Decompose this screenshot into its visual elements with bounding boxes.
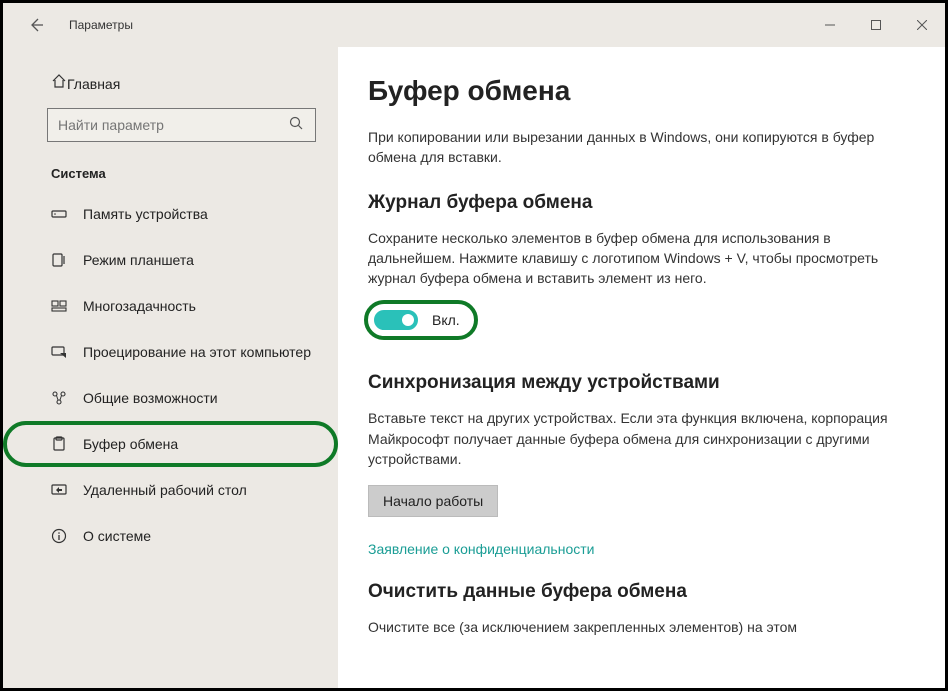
minimize-button[interactable] (807, 3, 853, 47)
settings-window: Параметры Главная Система Память устройс… (0, 0, 948, 691)
sidebar-item-projecting[interactable]: Проецирование на этот компьютер (3, 329, 338, 375)
history-heading: Журнал буфера обмена (368, 192, 921, 214)
sync-desc: Вставьте текст на других устройствах. Ес… (368, 408, 888, 469)
sidebar-item-about[interactable]: О системе (3, 513, 338, 559)
window-title: Параметры (69, 18, 133, 32)
sidebar-item-clipboard[interactable]: Буфер обмена (3, 421, 338, 467)
shared-icon (51, 390, 69, 406)
storage-icon (51, 206, 69, 222)
sidebar-item-multitask[interactable]: Многозадачность (3, 283, 338, 329)
clear-desc: Очистите все (за исключением закрепленны… (368, 617, 888, 637)
history-desc: Сохраните несколько элементов в буфер об… (368, 228, 888, 289)
back-arrow-icon (28, 17, 44, 33)
content-area: Буфер обмена При копировании или вырезан… (338, 47, 945, 688)
sync-heading: Синхронизация между устройствами (368, 372, 921, 394)
sidebar-item-label: О системе (83, 528, 151, 544)
search-icon (289, 116, 305, 135)
sidebar-item-label: Общие возможности (83, 390, 218, 406)
sidebar-item-label: Буфер обмена (83, 436, 178, 452)
projecting-icon (51, 344, 69, 360)
sidebar-item-label: Многозадачность (83, 298, 196, 314)
page-title: Буфер обмена (368, 75, 921, 107)
sidebar-item-tablet[interactable]: Режим планшета (3, 237, 338, 283)
history-toggle[interactable] (374, 310, 418, 330)
window-controls (807, 3, 945, 47)
sync-start-button[interactable]: Начало работы (368, 485, 498, 517)
clipboard-icon (51, 436, 69, 452)
close-button[interactable] (899, 3, 945, 47)
sidebar-item-label: Удаленный рабочий стол (83, 482, 247, 498)
toggle-label: Вкл. (432, 312, 460, 328)
sidebar-item-label: Память устройства (83, 206, 208, 222)
sidebar-item-remote[interactable]: Удаленный рабочий стол (3, 467, 338, 513)
sidebar-item-shared[interactable]: Общие возможности (3, 375, 338, 421)
titlebar: Параметры (3, 3, 945, 47)
info-icon (51, 528, 69, 544)
tablet-icon (51, 252, 69, 268)
home-icon (51, 73, 67, 94)
sidebar-item-storage[interactable]: Память устройства (3, 191, 338, 237)
clear-heading: Очистить данные буфера обмена (368, 581, 921, 603)
multitask-icon (51, 298, 69, 314)
privacy-link[interactable]: Заявление о конфиденциальности (368, 541, 921, 557)
remote-icon (51, 482, 69, 498)
sidebar-item-label: Режим планшета (83, 252, 194, 268)
window-body: Главная Система Память устройства Режим … (3, 47, 945, 688)
sidebar-item-label: Проецирование на этот компьютер (83, 344, 311, 360)
sidebar: Главная Система Память устройства Режим … (3, 47, 338, 688)
intro-text: При копировании или вырезании данных в W… (368, 127, 888, 168)
sidebar-home-label: Главная (67, 76, 120, 92)
sidebar-category: Система (3, 160, 338, 191)
search-box[interactable] (47, 108, 316, 142)
toggle-knob (402, 314, 414, 326)
back-button[interactable] (21, 10, 51, 40)
sidebar-home[interactable]: Главная (3, 63, 338, 108)
history-toggle-highlight: Вкл. (368, 304, 474, 336)
search-input[interactable] (58, 117, 289, 133)
maximize-button[interactable] (853, 3, 899, 47)
